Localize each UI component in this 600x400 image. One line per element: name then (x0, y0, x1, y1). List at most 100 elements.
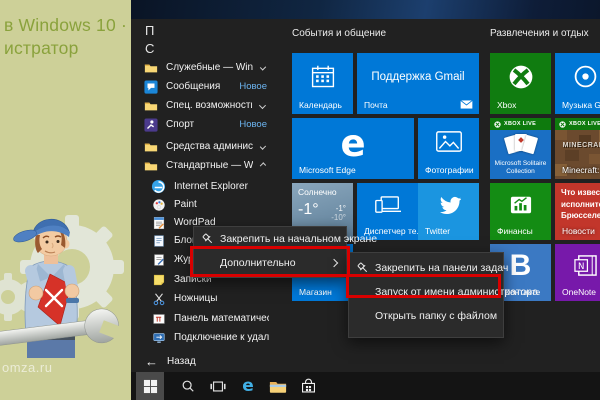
app-label: Средства администрирован... (166, 141, 253, 152)
math-input-icon (151, 311, 166, 326)
tile-photos[interactable]: Фотографии (418, 118, 479, 179)
xbox-live-banner: XBOX LIVE (490, 118, 551, 130)
tile-label: Новости (562, 226, 595, 236)
app-label: Служебные — Windows (166, 62, 253, 73)
tile-solitaire[interactable]: XBOX LIVE Microsoft Solitaire Collection (490, 118, 551, 179)
app-row-snipping-tool[interactable]: Ножницы (151, 289, 269, 308)
menu-item-run-as-administrator[interactable]: Запуск от имени администратора (349, 280, 503, 304)
app-row-accessories[interactable]: Стандартные — Windows (143, 156, 269, 175)
menu-item-label: Открыть папку с файлом (375, 310, 497, 322)
devices-icon (357, 183, 418, 226)
tile-label: Minecraft: W... (562, 165, 600, 175)
back-label: Назад (167, 356, 196, 367)
tile-phone-companion[interactable]: Диспетчер те... (357, 183, 418, 240)
xbox-live-icon (494, 121, 501, 128)
app-row-system-windows[interactable]: Служебные — Windows (143, 58, 269, 77)
menu-item-more[interactable]: Дополнительно (194, 251, 346, 275)
tile-news[interactable]: Что извест исполните Брюсселе Новости (555, 183, 600, 240)
pin-icon (201, 232, 215, 246)
tile-calendar[interactable]: Календарь (292, 53, 353, 114)
photos-icon (418, 118, 479, 165)
app-row-math-input-panel[interactable]: Панель математического ввода (151, 309, 269, 328)
svg-text:N: N (578, 262, 584, 272)
task-view-icon (210, 380, 226, 393)
app-row-messaging[interactable]: Сообщения Новое (143, 77, 269, 96)
finance-chart-icon (490, 183, 551, 226)
menu-item-label: Дополнительно (220, 257, 296, 269)
sticky-notes-icon (151, 272, 166, 287)
context-menu: Закрепить на начальном экране Дополнител… (193, 226, 347, 278)
notepad-icon (151, 233, 166, 248)
tile-groove-music[interactable]: Музыка Gro... (555, 53, 600, 114)
tile-minecraft[interactable]: XBOX LIVE MINECRAFT Minecraft: W... (555, 118, 600, 179)
menu-item-pin-to-taskbar[interactable]: Закрепить на панели задач (349, 256, 503, 280)
app-label: Спец. возможности (166, 100, 252, 111)
menu-item-open-file-location[interactable]: Открыть папку с файлом (349, 304, 503, 328)
journal-icon (151, 252, 166, 267)
tile-label: Календарь (299, 100, 342, 110)
tile-finance[interactable]: Финансы (490, 183, 551, 240)
app-label: Панель математического ввода (174, 313, 269, 324)
menu-item-pin-to-start[interactable]: Закрепить на начальном экране (194, 227, 346, 251)
chevron-down-icon (259, 102, 266, 109)
article-title: в Windows 10 · истратор (4, 14, 127, 60)
app-row-sports[interactable]: Спорт Новое (143, 115, 269, 134)
news-headline-line1: Что извест (561, 187, 600, 199)
weather-temperature: -1° (298, 201, 319, 219)
wordpad-icon (151, 215, 166, 230)
app-row-admin-tools[interactable]: Средства администрирован... (143, 137, 269, 156)
xbox-live-icon (559, 121, 566, 128)
app-row-paint[interactable]: Paint (151, 195, 269, 214)
article-title-line1: в Windows 10 · (4, 14, 127, 37)
tile-xbox[interactable]: Xbox (490, 53, 551, 114)
xbox-logo-icon (490, 53, 551, 100)
tile-twitter[interactable]: Twitter (418, 183, 479, 240)
tile-label: Фотографии (425, 165, 474, 175)
onenote-icon: N (555, 244, 600, 287)
tile-group-title-communication: События и общение (292, 28, 386, 39)
taskbar-file-explorer-button[interactable] (264, 372, 292, 400)
paint-icon (151, 197, 166, 212)
context-submenu: Закрепить на панели задач Запуск от имен… (348, 252, 504, 338)
weather-high: -1° (331, 204, 346, 213)
folder-icon (143, 158, 158, 173)
news-headline-line3: Брюсселе (561, 210, 600, 222)
folder-icon (143, 98, 158, 113)
section-letter-p[interactable]: П (145, 21, 154, 40)
scissors-icon (151, 291, 166, 306)
menu-item-label: Закрепить на панели задач (375, 262, 508, 274)
start-button[interactable] (136, 372, 164, 400)
remote-desktop-icon (151, 330, 166, 345)
app-row-remote-desktop[interactable]: Подключение к удаленному р... (151, 328, 269, 347)
article-title-line2: истратор (4, 37, 127, 60)
taskbar-search-button[interactable] (174, 372, 202, 400)
tile-microsoft-edge[interactable]: e Microsoft Edge (292, 118, 414, 179)
tile-label: Магазин (299, 287, 332, 297)
groove-icon (555, 53, 600, 100)
taskbar-edge-button[interactable]: e (234, 372, 262, 400)
twitter-bird-icon (418, 183, 479, 226)
tile-label: Microsoft Edge (299, 165, 356, 175)
section-letter-s[interactable]: С (145, 39, 154, 58)
folder-icon (143, 139, 158, 154)
tile-label: Финансы (497, 226, 533, 236)
folder-icon (143, 60, 158, 75)
pin-icon (356, 261, 370, 275)
windows-logo-icon (143, 379, 158, 394)
minecraft-logo: MINECRAFT (555, 142, 600, 149)
menu-item-label: Закрепить на начальном экране (220, 233, 377, 245)
calendar-icon (292, 53, 353, 100)
envelope-icon (460, 100, 473, 109)
app-row-accessibility[interactable]: Спец. возможности (143, 96, 269, 115)
search-icon (181, 379, 195, 393)
taskbar-store-button[interactable] (294, 372, 322, 400)
back-button[interactable]: ← Назад (145, 352, 196, 371)
tile-group-title-entertainment: Развлечения и отдых (490, 28, 589, 39)
tile-label: Xbox (497, 100, 516, 110)
app-row-internet-explorer[interactable]: Internet Explorer (151, 177, 269, 196)
tile-onenote[interactable]: N OneNote (555, 244, 600, 301)
weather-condition: Солнечно (298, 187, 337, 197)
weather-low: -10° (331, 213, 346, 222)
tile-mail[interactable]: Поддержка Gmail Почта (357, 53, 479, 114)
task-view-button[interactable] (204, 372, 232, 400)
